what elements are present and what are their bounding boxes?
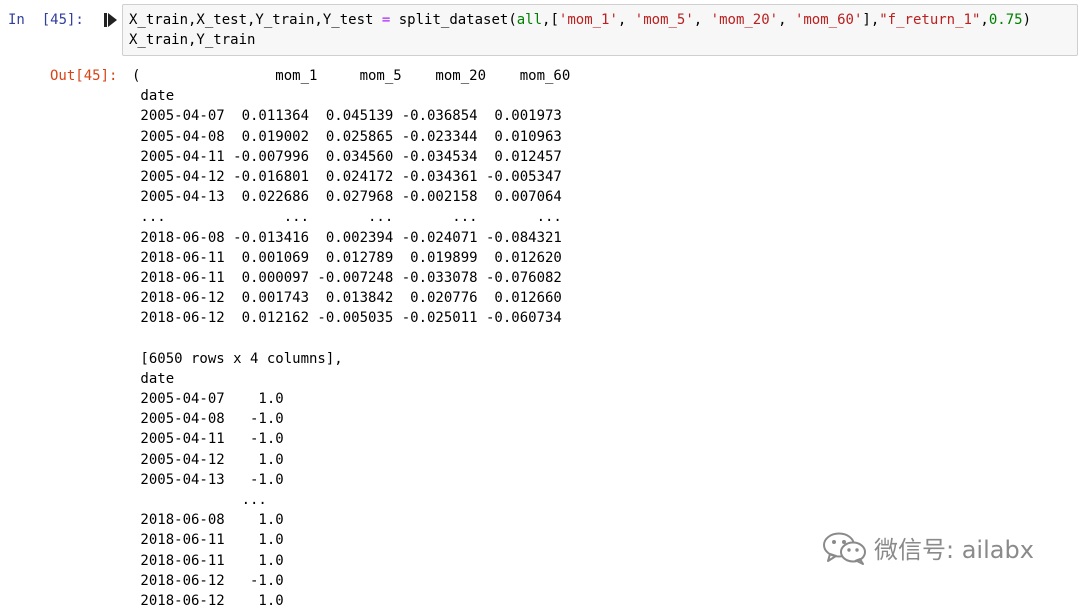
output-line: 2018-06-11 0.001069 0.012789 0.019899 0.… — [132, 249, 562, 266]
output-line: 2018-06-11 0.000097 -0.007248 -0.033078 … — [132, 269, 562, 286]
watermark-text: 微信号: ailabx — [874, 536, 1034, 564]
output-line: ... ... ... ... ... — [132, 209, 562, 226]
output-line: [6050 rows x 4 columns], — [132, 350, 343, 367]
output-line: 2018-06-08 1.0 — [132, 512, 284, 529]
output-line: 2018-06-08 -0.013416 0.002394 -0.024071 … — [132, 229, 562, 246]
output-line: date — [132, 88, 175, 105]
output-line: 2018-06-12 1.0 — [132, 592, 284, 609]
run-cell-icon[interactable] — [104, 12, 118, 28]
output-line: 2005-04-13 0.022686 0.027968 -0.002158 0… — [132, 189, 562, 206]
output-line: ( mom_1 mom_5 mom_20 mom_60 — [132, 68, 571, 84]
output-line: 2018-06-11 1.0 — [132, 552, 284, 569]
watermark: 微信号: ailabx — [822, 530, 1034, 565]
output-line: 2018-06-12 0.001743 0.013842 0.020776 0.… — [132, 290, 562, 307]
wechat-icon — [823, 532, 866, 565]
output-line: 2005-04-08 -1.0 — [132, 411, 284, 428]
output-line: date — [132, 370, 175, 387]
output-line: 2005-04-11 -1.0 — [132, 431, 284, 448]
output-line: 2005-04-07 1.0 — [132, 391, 284, 407]
output-line: 2018-06-12 0.012162 -0.005035 -0.025011 … — [132, 310, 562, 327]
input-prompt: In [45]: — [8, 12, 84, 28]
code-line-2: X_train,Y_train — [129, 32, 256, 48]
output-line: 2005-04-12 -0.016801 0.024172 -0.034361 … — [132, 168, 562, 185]
code-input-area[interactable]: X_train,X_test,Y_train,Y_test = split_da… — [122, 4, 1078, 56]
output-line: 2005-04-11 -0.007996 0.034560 -0.034534 … — [132, 148, 562, 165]
output-line: 2018-06-12 -1.0 — [132, 572, 284, 589]
output-area: ( mom_1 mom_5 mom_20 mom_60 date 2005-04… — [132, 66, 570, 611]
output-line: 2005-04-08 0.019002 0.025865 -0.023344 0… — [132, 128, 562, 145]
code-line-1: X_train,X_test,Y_train,Y_test = split_da… — [129, 12, 1031, 28]
output-line: 2005-04-13 -1.0 — [132, 471, 284, 488]
output-line: 2005-04-07 0.011364 0.045139 -0.036854 0… — [132, 108, 562, 125]
output-line: 2018-06-11 1.0 — [132, 532, 284, 549]
output-prompt: Out[45]: — [50, 68, 118, 84]
output-line: ... — [132, 491, 267, 508]
output-line: 2005-04-12 1.0 — [132, 451, 284, 468]
